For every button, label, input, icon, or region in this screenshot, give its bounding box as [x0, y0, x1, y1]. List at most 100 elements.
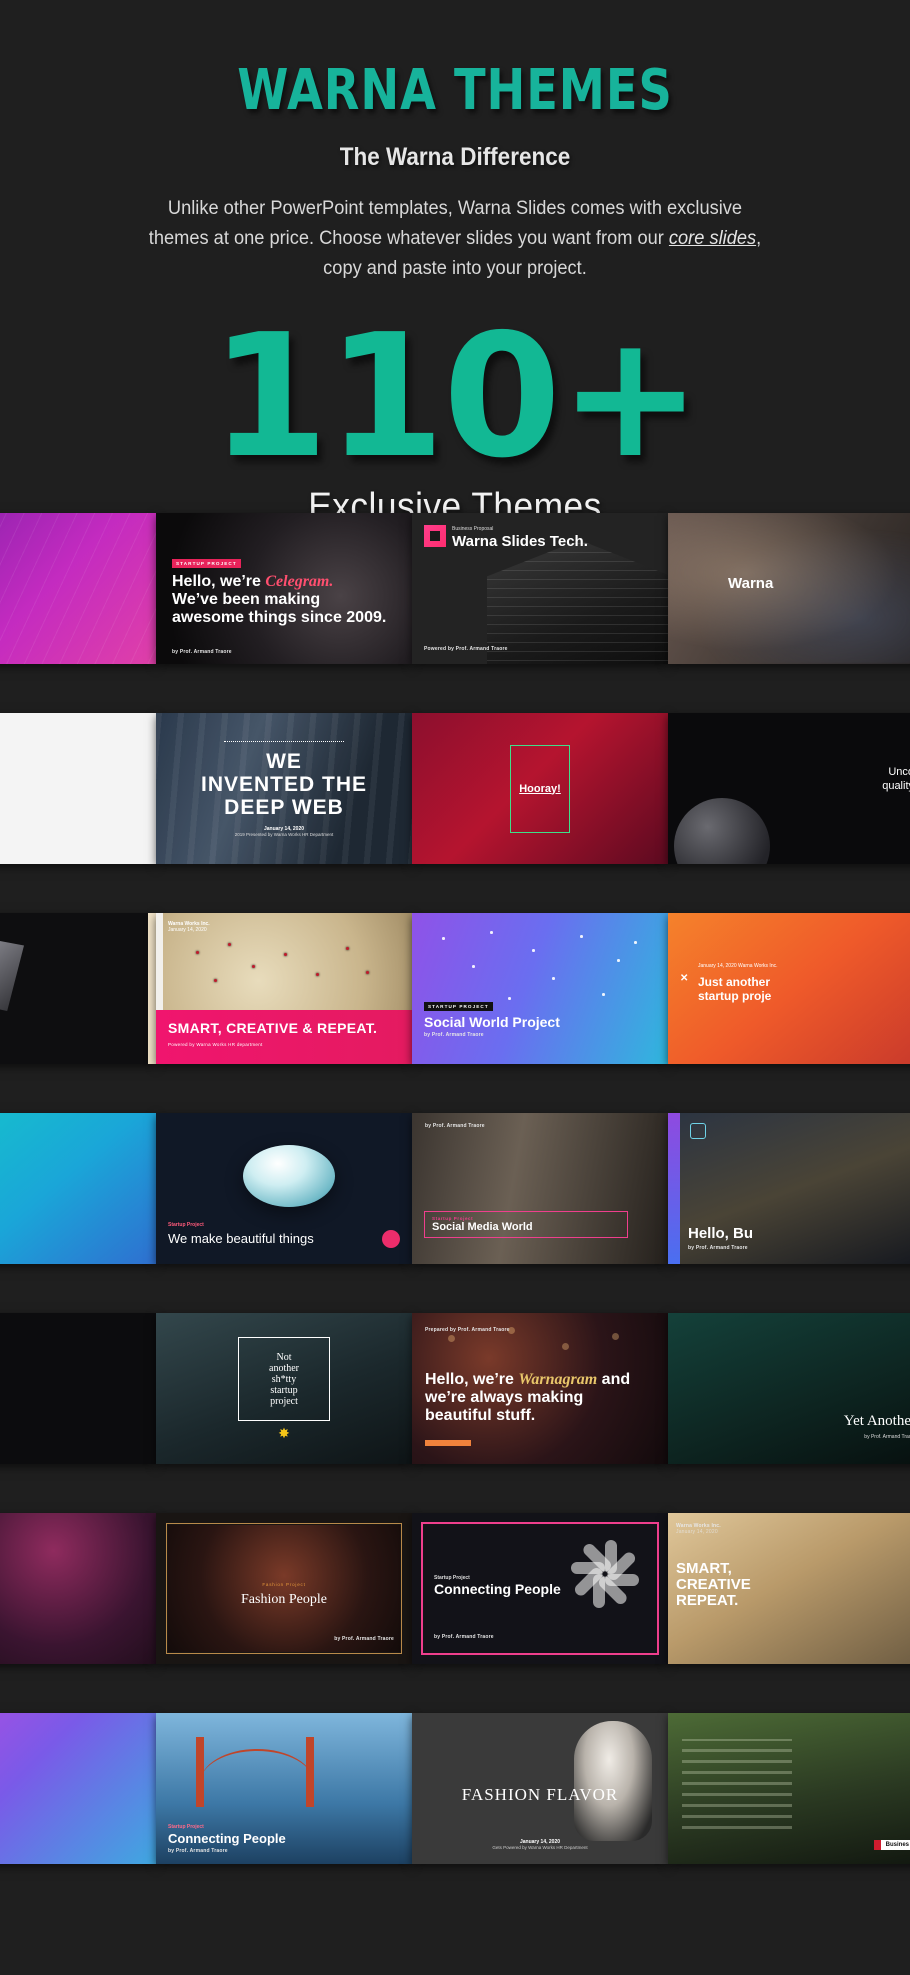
thumbnail-byline: by Prof. Armand Traore — [168, 1848, 228, 1854]
thumbnail-byline-top: Prepared by Prof. Armand Traore — [425, 1327, 510, 1333]
thumbnail-caption: SMART, CREATIVE & REPEAT. — [168, 1020, 378, 1036]
headline-line1: Just another — [698, 975, 771, 989]
thumbnail-byline: Powered by Warna Works HR department — [168, 1042, 263, 1047]
thumbnail-deep-web[interactable]: WE INVENTED THE DEEP WEB January 14, 202… — [156, 713, 412, 864]
headline-line2: quality — [882, 780, 910, 792]
thumbnail-warna-works-pink[interactable]: Warna Works Inc.January 14, 2020 — [0, 1513, 156, 1664]
headline-line2: CREATIVE — [676, 1576, 751, 1593]
thumbnail-title: Warna Slides Tech. — [452, 533, 588, 550]
headline-line1: Not — [276, 1351, 292, 1363]
thumbnail-dark-figure[interactable] — [0, 1313, 156, 1464]
page-title: WARNA THEMES — [237, 58, 673, 123]
thumbnail-byline: by Prof. Armand Traore — [424, 1032, 484, 1038]
thumbnail-warnagram[interactable]: Prepared by Prof. Armand Traore Hello, w… — [412, 1313, 668, 1464]
thumbnail-uncompromising-quality[interactable]: Unco quality — [668, 713, 910, 864]
thumbnail-proposal-purple[interactable]: PROPOSAL — [0, 513, 156, 664]
headline-part3: awesome things since 2009. — [172, 609, 387, 626]
thumbnail-caption: Connecting People — [434, 1581, 561, 1597]
thumbnail-text: STARTUP PROJECT Hello, we’re Celegram. W… — [172, 559, 386, 655]
thumbnail-brand: Warna Works Inc. January 14, 2020 — [676, 1523, 721, 1535]
headline-line3: DEEP WEB — [224, 795, 344, 819]
headline-line1: Unco — [888, 766, 910, 778]
thumbnail-photo — [668, 513, 910, 664]
thumbnail-byline-top: by Prof. Armand Traore — [425, 1123, 485, 1129]
moon-graphic — [674, 798, 770, 864]
thumbnail-photo — [412, 1113, 668, 1264]
thumbnail-text: STARTUP PROJECT Social World Project by … — [424, 1002, 560, 1038]
theme-thumbnail-grid: PROPOSAL STARTUP PROJECT Hello, we’re Ce… — [0, 513, 910, 1864]
brand-mark-icon — [690, 1123, 706, 1139]
thumbnail-byline: by Prof. Armand Traore — [688, 1245, 748, 1251]
thumbnail-caption: Warna — [728, 575, 774, 592]
thumbnail-text: Just another startup proje — [698, 975, 771, 1003]
thumbnail-brain-gradient[interactable]: — — RAIN — [0, 1113, 156, 1264]
thumbnail-caption: FASHION FLAVOR — [461, 1785, 619, 1805]
thumbnail-chip: Busines — [873, 1840, 910, 1850]
thumbnail-fashion-flavor[interactable]: FASHION FLAVOR January 14, 2020 Gets Pow… — [412, 1713, 668, 1864]
decor-bar — [425, 1440, 471, 1446]
thumbnail-text: Startup Project Connecting People — [434, 1575, 561, 1597]
thumbnail-caption: Yet Another — [843, 1413, 910, 1429]
decor-lines — [0, 513, 156, 664]
thumbnail-just-another-startup[interactable]: ✕ January 14, 2020 Warna Works Inc. Just… — [668, 913, 910, 1064]
headline-line4: startup — [270, 1384, 298, 1396]
thumbnail-startup-project-gradient[interactable]: UP PROJECT — [0, 1713, 156, 1864]
thumbnail-yet-another[interactable]: Yet Another by Prof. Armand Traore — [668, 1313, 910, 1464]
headline-line1: SMART, — [676, 1560, 732, 1577]
thumbnail-tag: Fashion Project — [262, 1582, 306, 1588]
thumbnail-celegram[interactable]: STARTUP PROJECT Hello, we’re Celegram. W… — [156, 513, 412, 664]
thumbnail-world-dark[interactable]: t World! — [0, 913, 156, 1064]
network-graphic — [412, 913, 668, 1064]
decor-edge — [148, 913, 156, 1064]
thumbnail-startup-project-yellow[interactable]: up Project — [0, 713, 156, 864]
theme-count: 110+ — [210, 298, 701, 496]
thumbnail-title: Social World Project — [424, 1014, 560, 1030]
thumbnail-warna-blur[interactable]: Warna — [668, 513, 910, 664]
thumbnail-date: January 14, 2020 Warna Works Inc. — [698, 963, 778, 969]
thumbnail-smart-creative-repeat-2[interactable]: Warna Works Inc. January 14, 2020 SMART, … — [668, 1513, 910, 1664]
decor-side-bar — [668, 1113, 680, 1264]
thumbnail-caption-bar: SMART, CREATIVE & REPEAT. Powered by War… — [156, 1010, 412, 1064]
thumbnail-hooray[interactable]: Hooray! — [412, 713, 668, 864]
thumbnail-connecting-people-bridge[interactable]: Startup Project Connecting People by Pro… — [156, 1713, 412, 1864]
thumbnail-frame: Startup Project Social Media World — [424, 1211, 628, 1238]
headline-line3: sh*tty — [271, 1373, 297, 1385]
thumbnail-fashion-people[interactable]: Fashion Project Fashion People by Prof. … — [156, 1513, 412, 1664]
thumbnail-social-world-project[interactable]: STARTUP PROJECT Social World Project by … — [412, 913, 668, 1064]
thumbnail-warna-slides-tech[interactable]: Business Proposal Warna Slides Tech. Pow… — [412, 513, 668, 664]
headline-part1: Hello, we’re — [172, 573, 266, 590]
headline-italic: Warnagram — [518, 1371, 598, 1388]
thumbnail-text: Business Proposal Warna Slides Tech. — [452, 526, 588, 550]
thumbnail-byline: Powered by Prof. Armand Traore — [424, 646, 508, 652]
thumbnail-eyebrow: Business Proposal — [452, 526, 494, 532]
thumbnail-social-media-world[interactable]: by Prof. Armand Traore Startup Project S… — [412, 1113, 668, 1264]
decor-dotted-line — [224, 740, 344, 742]
headline-part2: We’ve been making — [172, 591, 321, 608]
hero-section: WARNA THEMES The Warna Difference Unlike… — [0, 0, 910, 529]
headline-italic: Celegram. — [265, 573, 334, 590]
close-icon: ✕ — [680, 973, 689, 984]
headline-line1: WE — [266, 749, 302, 773]
thumbnail-photo — [0, 927, 24, 1011]
headline-line3: REPEAT. — [676, 1592, 739, 1609]
thumbnail-footer: January 14, 2020 Gets Powered by Warna W… — [492, 1839, 588, 1850]
thumbnail-not-another-shitty[interactable]: Not another sh*tty startup project ✸ — [156, 1313, 412, 1464]
blob-graphic — [243, 1145, 336, 1208]
thumbnail-hello-bu[interactable]: Hello, Bu by Prof. Armand Traore — [668, 1113, 910, 1264]
thumbnail-title: Social Media World — [432, 1221, 533, 1233]
headline-line5: project — [270, 1395, 298, 1407]
thumbnail-photo — [668, 1313, 910, 1464]
headline-part4: beautiful stuff. — [425, 1407, 536, 1424]
thumbnail-brand: Warna Works Inc. January 14, 2020 — [168, 921, 210, 933]
thumbnail-caption: Fashion People — [241, 1591, 327, 1607]
thumbnail-beautiful-things[interactable]: Startup Project We make beautiful things — [156, 1113, 412, 1264]
thumbnail-smart-creative-repeat[interactable]: Warna Works Inc. January 14, 2020 SMART, … — [156, 913, 412, 1064]
hero-description-part1: Unlike other PowerPoint templates, Warna… — [148, 198, 743, 249]
thumbnail-byline: by Prof. Armand Traore — [434, 1634, 494, 1640]
core-slides-link[interactable]: core slides — [669, 228, 756, 249]
thumbnail-business-green[interactable]: Busines — [668, 1713, 910, 1864]
thumbnail-connecting-people-pink[interactable]: Startup Project Connecting People by Pro… — [412, 1513, 668, 1664]
thumbnail-tag: STARTUP PROJECT — [424, 1002, 493, 1011]
thumbnail-frame: Not another sh*tty startup project — [238, 1337, 330, 1422]
headline-part3: we’re always making — [425, 1389, 584, 1406]
